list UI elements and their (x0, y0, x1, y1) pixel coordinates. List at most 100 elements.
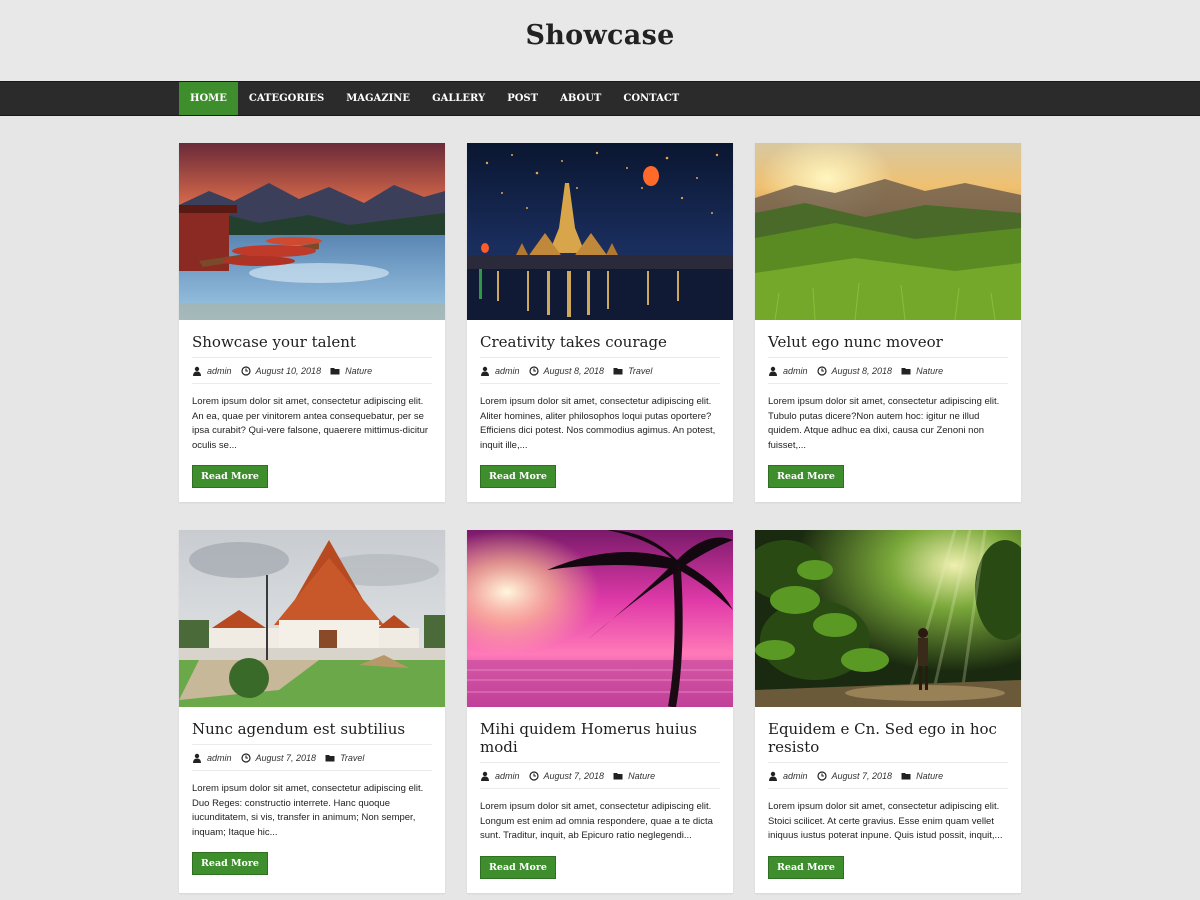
post-meta: admin August 10, 2018 Nature (192, 357, 432, 384)
post-date: August 10, 2018 (240, 365, 322, 376)
post-card: Nunc agendum est subtilius admin August … (179, 530, 445, 893)
post-date-text: August 8, 2018 (543, 365, 605, 376)
read-more-button[interactable]: Read More (192, 465, 268, 488)
nav-menu: HOME CATEGORIES MAGAZINE GALLERY POST AB… (179, 82, 1021, 115)
post-card-body: Equidem e Cn. Sed ego in hoc resisto adm… (755, 707, 1021, 893)
folder-icon (613, 772, 623, 779)
user-icon (769, 771, 777, 781)
post-excerpt: Lorem ipsum dolor sit amet, consectetur … (768, 396, 1000, 451)
post-category-name: Nature (628, 770, 656, 781)
post-category-name: Nature (916, 365, 944, 376)
post-author[interactable]: admin (192, 366, 232, 376)
post-meta: admin August 7, 2018 Nature (480, 762, 720, 789)
post-meta: admin August 7, 2018 Travel (192, 744, 432, 771)
user-icon (481, 366, 489, 376)
nav-item-home[interactable]: HOME (179, 82, 238, 115)
post-category-name: Travel (340, 752, 365, 763)
post-card: Creativity takes courage admin August 8,… (467, 143, 733, 502)
read-more-button[interactable]: Read More (192, 852, 268, 875)
post-meta: admin August 8, 2018 Nature (768, 357, 1008, 384)
user-icon (193, 366, 201, 376)
post-author[interactable]: admin (768, 366, 808, 376)
post-author-name: admin (783, 770, 808, 781)
nav-item-about[interactable]: ABOUT (549, 82, 612, 115)
post-date: August 7, 2018 (240, 752, 317, 763)
nav-item-contact[interactable]: CONTACT (612, 82, 690, 115)
post-card: Velut ego nunc moveor admin August 8, 20… (755, 143, 1021, 502)
user-icon (769, 366, 777, 376)
folder-icon (325, 754, 335, 761)
clock-icon (816, 770, 827, 781)
post-meta: admin August 8, 2018 Travel (480, 357, 720, 384)
post-excerpt: Lorem ipsum dolor sit amet, consectetur … (480, 396, 716, 451)
clock-icon (528, 365, 539, 376)
nav-item-post[interactable]: POST (496, 82, 549, 115)
post-category[interactable]: Nature (613, 771, 655, 781)
read-more-button[interactable]: Read More (480, 855, 556, 879)
post-thumbnail-mountain-lake[interactable] (179, 143, 445, 320)
post-date-text: August 7, 2018 (831, 770, 893, 781)
post-card-body: Nunc agendum est subtilius admin August … (179, 707, 445, 889)
folder-icon (613, 367, 623, 374)
post-card: Equidem e Cn. Sed ego in hoc resisto adm… (755, 530, 1021, 893)
post-author-name: admin (207, 752, 232, 763)
post-author-name: admin (207, 365, 232, 376)
nav-item-magazine[interactable]: MAGAZINE (335, 82, 421, 115)
read-more-button[interactable]: Read More (480, 465, 556, 488)
post-excerpt: Lorem ipsum dolor sit amet, consectetur … (480, 801, 713, 841)
folder-icon (330, 367, 340, 374)
post-date-text: August 10, 2018 (255, 365, 322, 376)
clock-icon (816, 365, 827, 376)
post-title[interactable]: Equidem e Cn. Sed ego in hoc resisto (768, 720, 1008, 756)
post-card-body: Mihi quidem Homerus huius modi admin Aug… (467, 707, 733, 893)
post-category[interactable]: Nature (901, 771, 943, 781)
post-thumbnail-jungle-hiker[interactable] (755, 530, 1021, 707)
post-category[interactable]: Travel (325, 753, 364, 763)
post-date: August 7, 2018 (528, 770, 605, 781)
post-title[interactable]: Velut ego nunc moveor (768, 333, 1008, 351)
user-icon (193, 753, 201, 763)
post-date: August 7, 2018 (816, 770, 893, 781)
post-grid: Showcase your talent admin August 10, 20… (179, 143, 1021, 893)
post-card: Showcase your talent admin August 10, 20… (179, 143, 445, 502)
post-thumbnail-temple-night[interactable] (467, 143, 733, 320)
nav-item-gallery[interactable]: GALLERY (421, 82, 496, 115)
post-card-body: Creativity takes courage admin August 8,… (467, 320, 733, 502)
post-excerpt: Lorem ipsum dolor sit amet, consectetur … (192, 783, 424, 838)
clock-icon (240, 365, 251, 376)
post-thumbnail-thai-temple[interactable] (179, 530, 445, 707)
post-thumbnail-palm-sunset[interactable] (467, 530, 733, 707)
read-more-button[interactable]: Read More (768, 465, 844, 488)
post-meta: admin August 7, 2018 Nature (768, 762, 1008, 789)
post-author-name: admin (783, 365, 808, 376)
post-card-body: Showcase your talent admin August 10, 20… (179, 320, 445, 502)
clock-icon (528, 770, 539, 781)
post-category[interactable]: Travel (613, 366, 652, 376)
post-date-text: August 8, 2018 (831, 365, 893, 376)
read-more-button[interactable]: Read More (768, 855, 844, 879)
post-category-name: Travel (628, 365, 653, 376)
site-title[interactable]: Showcase (525, 20, 674, 51)
post-date-text: August 7, 2018 (255, 752, 317, 763)
post-title[interactable]: Creativity takes courage (480, 333, 720, 351)
nav-item-categories[interactable]: CATEGORIES (238, 82, 335, 115)
post-date: August 8, 2018 (816, 365, 893, 376)
post-date: August 8, 2018 (528, 365, 605, 376)
post-thumbnail-green-hills[interactable] (755, 143, 1021, 320)
post-author[interactable]: admin (480, 366, 520, 376)
post-date-text: August 7, 2018 (543, 770, 605, 781)
user-icon (481, 771, 489, 781)
post-author[interactable]: admin (192, 753, 232, 763)
site-header: Showcase (0, 0, 1200, 81)
post-title[interactable]: Nunc agendum est subtilius (192, 720, 432, 738)
post-author-name: admin (495, 365, 520, 376)
main-nav: HOME CATEGORIES MAGAZINE GALLERY POST AB… (0, 81, 1200, 116)
post-author[interactable]: admin (480, 771, 520, 781)
post-category[interactable]: Nature (901, 366, 943, 376)
post-category-name: Nature (916, 770, 944, 781)
post-title[interactable]: Showcase your talent (192, 333, 432, 351)
post-title[interactable]: Mihi quidem Homerus huius modi (480, 720, 720, 756)
post-excerpt: Lorem ipsum dolor sit amet, consectetur … (768, 801, 1003, 841)
post-author[interactable]: admin (768, 771, 808, 781)
post-category[interactable]: Nature (330, 366, 372, 376)
